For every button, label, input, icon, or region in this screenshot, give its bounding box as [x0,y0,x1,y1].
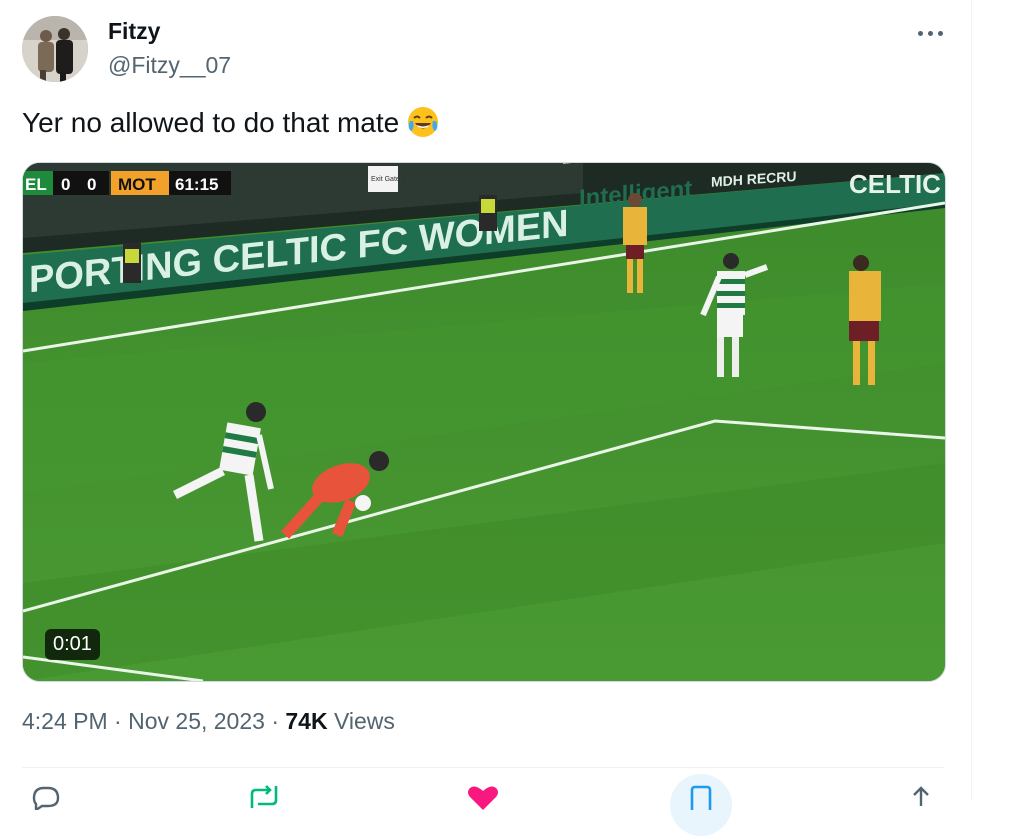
bookmark-button[interactable] [686,784,716,810]
share-icon [906,784,936,816]
author-handle[interactable]: @Fitzy__07 [108,52,231,79]
score-home-team: EL [25,175,47,194]
tweet-text-content: Yer no allowed to do that mate [22,107,400,138]
celtic-tv-text: CELTIC TV [849,169,945,199]
meta-separator-2: · [271,708,279,734]
share-button[interactable] [906,784,936,810]
retweet-icon [246,784,282,816]
tears-of-joy-emoji-icon [407,106,439,145]
score-home: 0 [61,175,70,194]
views-label: Views [333,708,395,734]
score-away: 0 [87,175,96,194]
avatar[interactable] [22,16,88,82]
reply-button[interactable] [30,784,62,813]
actions-divider [22,767,944,768]
column-border [971,0,972,800]
tweet-actions-bar [22,774,944,836]
reply-icon [30,784,62,816]
tweet-meta: 4:24 PM · Nov 25, 2023 · 74K Views [22,708,395,735]
like-button[interactable] [466,784,500,810]
video-frame: PORTING CELTIC FC WOMEN Intelligent MDH … [23,163,945,681]
more-options-icon[interactable] [914,20,948,46]
score-away-team: MOT [118,175,156,194]
video-elapsed-time: 0:01 [45,629,100,660]
heart-icon [466,784,500,816]
author-display-name[interactable]: Fitzy [108,18,160,45]
meta-separator: · [114,708,122,734]
match-clock: 61:15 [175,175,218,194]
tweet-time[interactable]: 4:24 PM [22,708,108,734]
views-count: 74K [285,708,328,734]
retweet-button[interactable] [246,784,282,810]
bookmark-icon [686,784,716,816]
tweet-text: Yer no allowed to do that mate [22,106,439,145]
tweet-date[interactable]: Nov 25, 2023 [128,708,265,734]
video-player[interactable]: PORTING CELTIC FC WOMEN Intelligent MDH … [22,162,946,682]
exit-sign-text: Exit Gate 1 [371,176,406,183]
